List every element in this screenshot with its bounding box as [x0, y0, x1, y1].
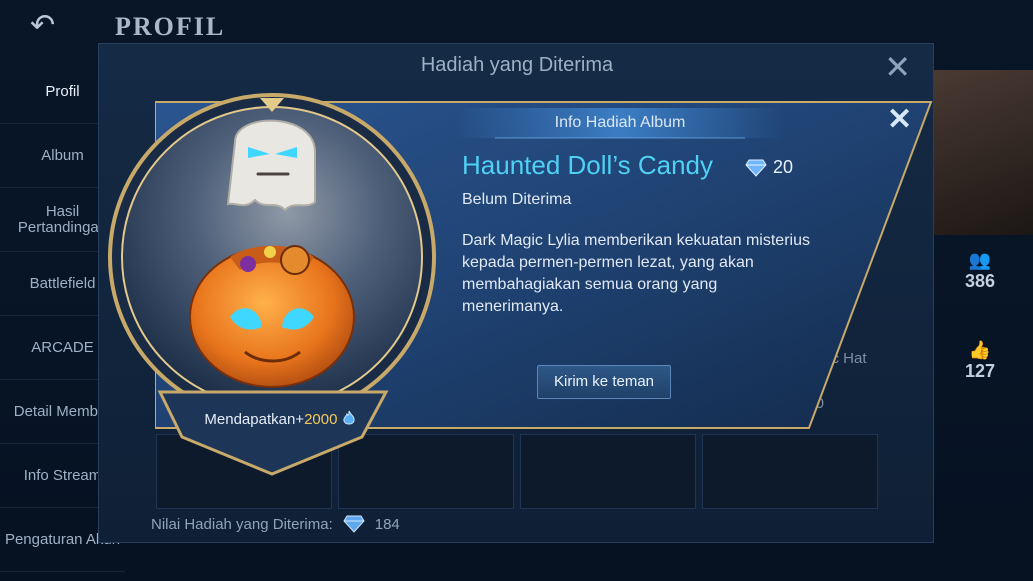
- back-arrow-icon[interactable]: ↶: [30, 8, 90, 44]
- gift-tile[interactable]: [702, 434, 878, 509]
- dialog-close-icon[interactable]: ✕: [884, 50, 911, 84]
- earn-label: Mendapatkan+2000: [190, 410, 370, 428]
- gift-total: Nilai Hadiah yang Diterima: 184: [151, 515, 400, 533]
- profile-photo: [930, 70, 1033, 235]
- earn-value: 2000: [304, 411, 338, 428]
- followers-count: 386: [964, 271, 996, 291]
- diamond-icon: [745, 159, 767, 177]
- flame-icon: [342, 410, 355, 425]
- send-to-friend-button[interactable]: Kirim ke teman: [537, 365, 671, 399]
- item-medallion: Mendapatkan+2000: [100, 92, 450, 480]
- likes-count: 127: [964, 361, 996, 381]
- gift-tile[interactable]: [520, 434, 696, 509]
- item-name: Haunted Doll’s Candy: [462, 150, 713, 180]
- dialog-title: Hadiah yang Diterima: [420, 54, 614, 76]
- like-icon: 👍: [968, 340, 992, 360]
- page-title: PROFIL: [115, 12, 226, 41]
- item-price-value: 20: [773, 157, 794, 177]
- gift-total-value: 184: [374, 515, 400, 533]
- earn-prefix: Mendapatkan+: [204, 411, 305, 428]
- right-stats: 👥 386 👍 127: [945, 250, 1015, 430]
- item-price: 20: [745, 157, 793, 178]
- gift-total-label: Nilai Hadiah yang Diterima:: [151, 515, 333, 533]
- followers-icon: 👥: [968, 250, 992, 270]
- item-status: Belum Diterima: [462, 191, 572, 208]
- item-description: Dark Magic Lylia memberikan kekuatan mis…: [462, 232, 810, 315]
- info-panel-header: Info Hadiah Album: [554, 114, 686, 131]
- diamond-icon: [343, 515, 365, 533]
- info-close-icon[interactable]: ✕: [887, 104, 912, 136]
